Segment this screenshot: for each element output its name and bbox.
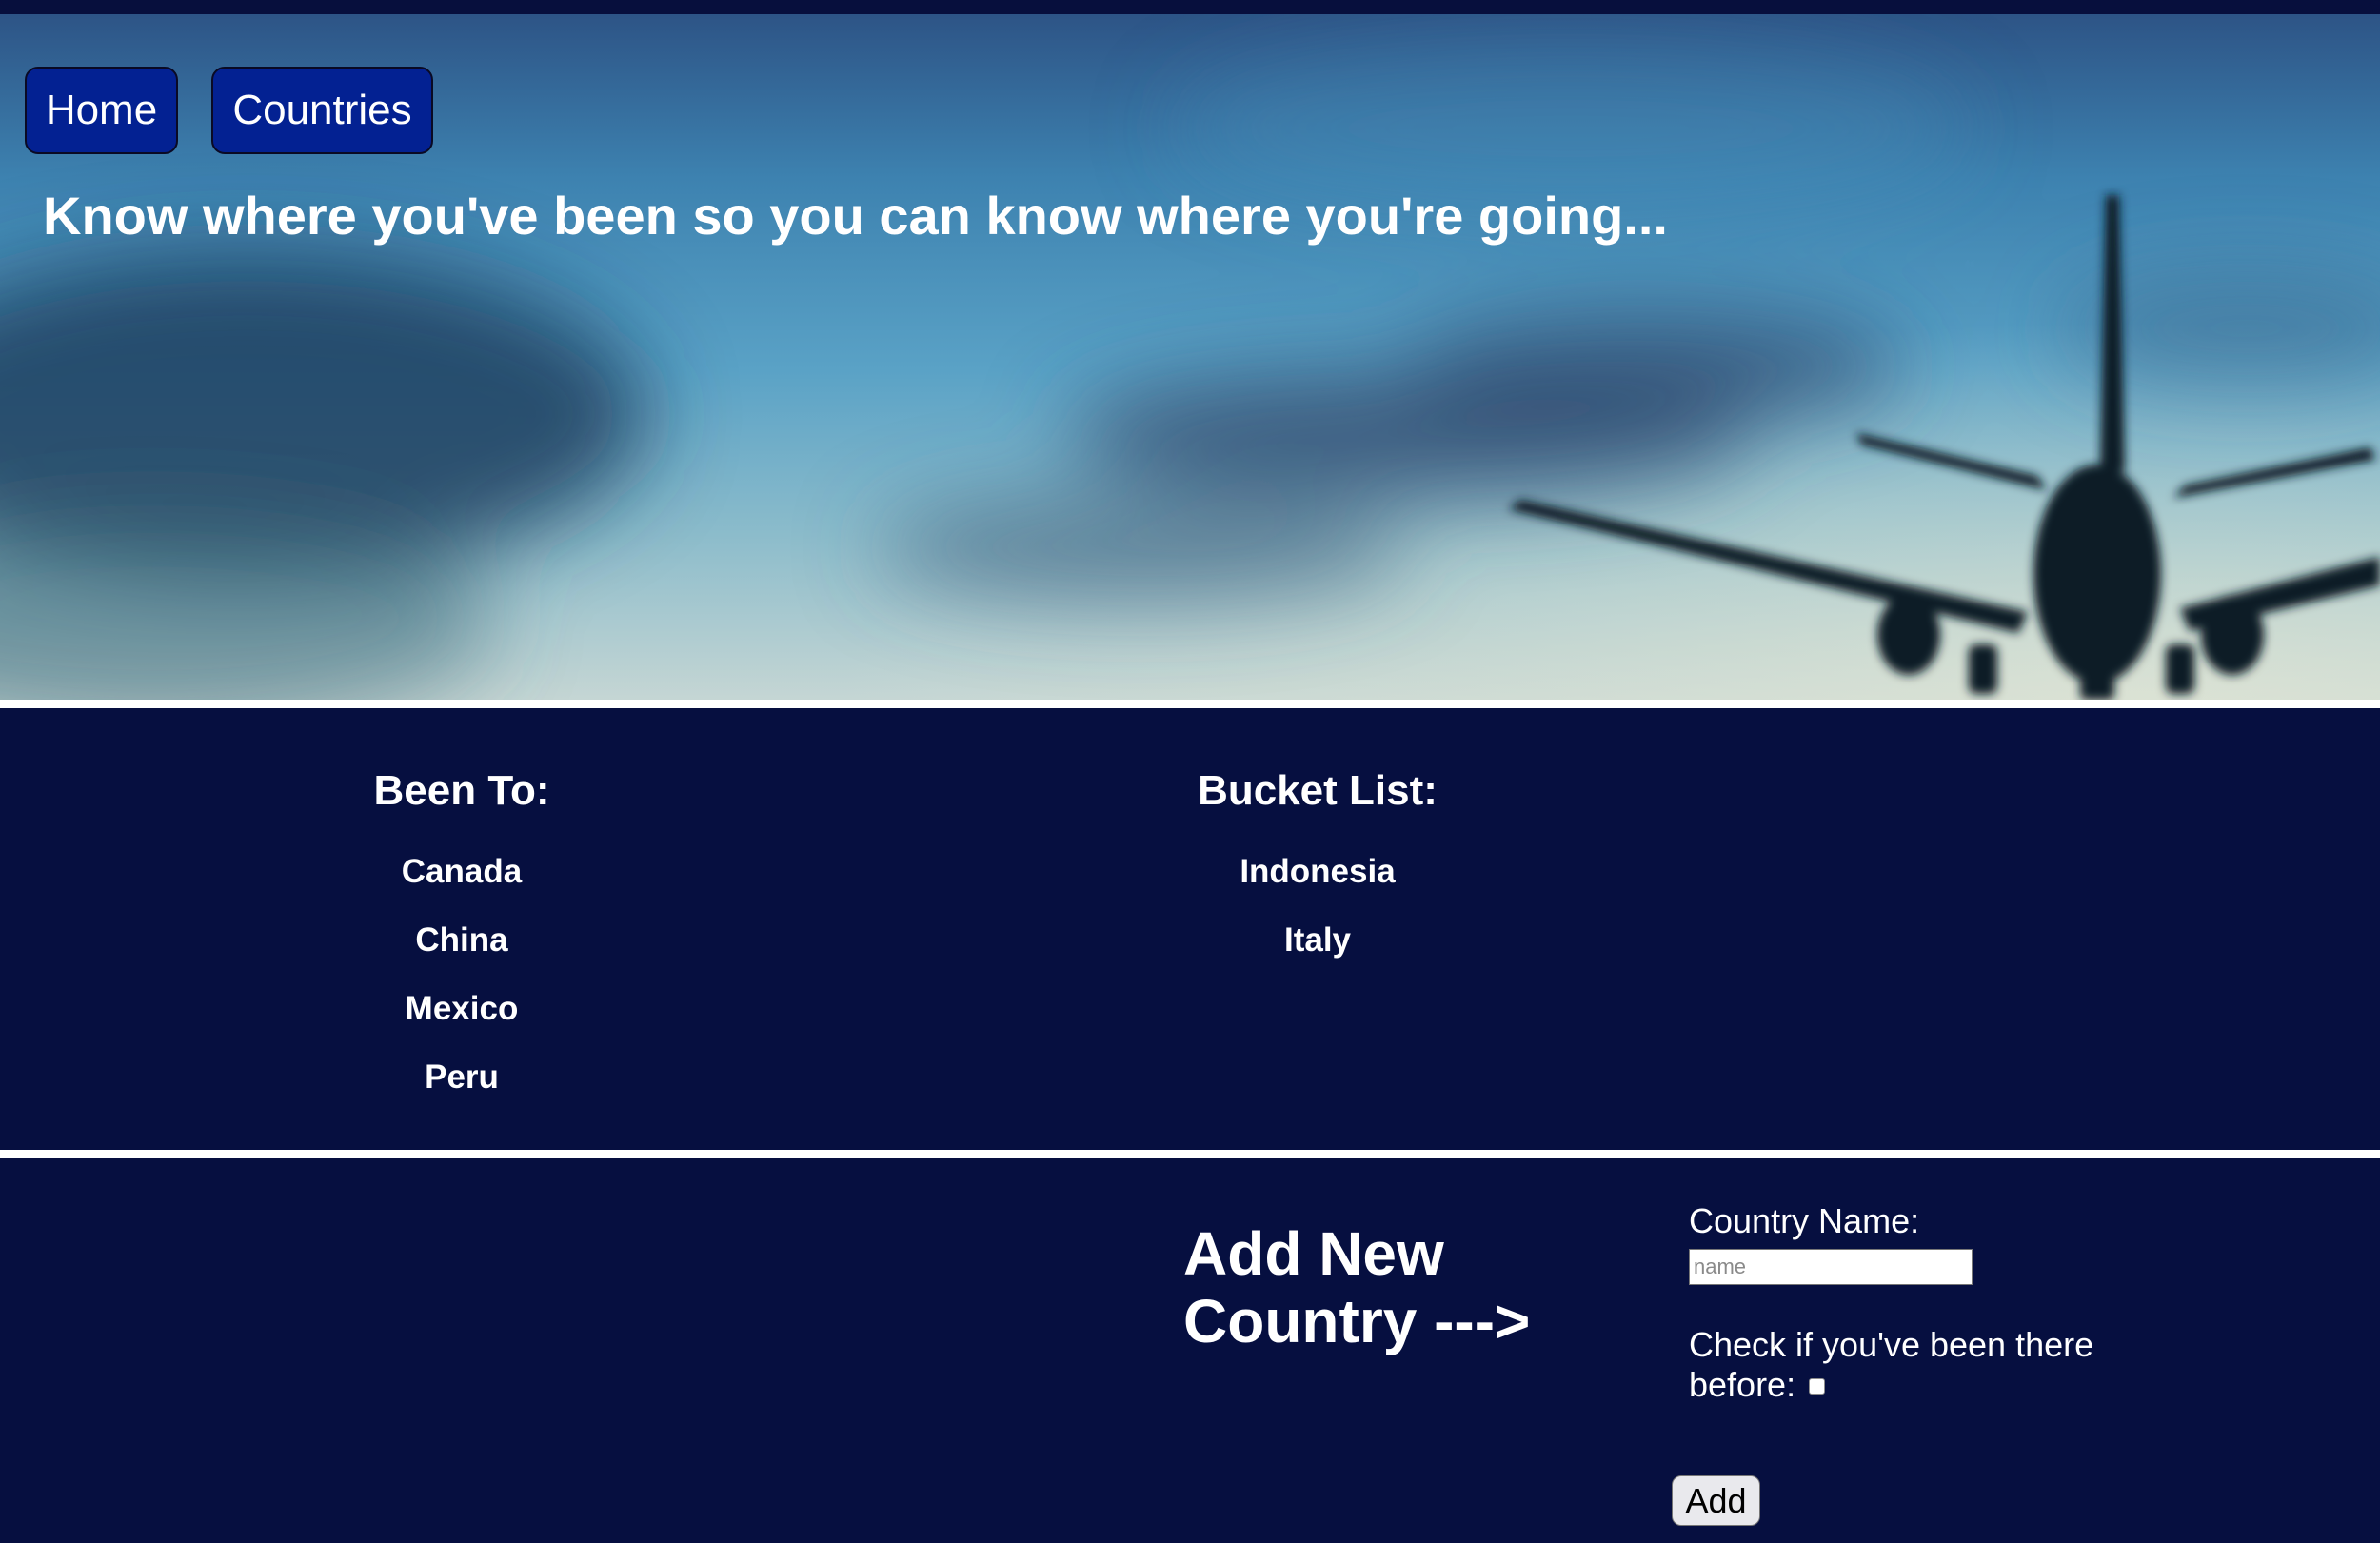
visited-checkbox[interactable] bbox=[1809, 1378, 1826, 1395]
been-to-item: Canada bbox=[401, 853, 523, 890]
been-to-item: China bbox=[415, 921, 508, 959]
hero-tagline: Know where you've been so you can know w… bbox=[43, 186, 1668, 246]
nav-countries-button[interactable]: Countries bbox=[211, 67, 433, 154]
add-country-title-line: Country ---> bbox=[1183, 1287, 1531, 1355]
bucket-list: Bucket List: Indonesia Italy bbox=[984, 765, 1651, 975]
add-country-title: Add New Country ---> bbox=[1183, 1220, 1583, 1355]
been-to-list: Been To: Canada China Mexico Peru bbox=[129, 765, 795, 1112]
country-name-input[interactable] bbox=[1689, 1249, 1973, 1285]
section-divider bbox=[0, 1150, 2380, 1158]
top-bar bbox=[0, 0, 2380, 14]
country-name-label: Country Name: bbox=[1689, 1201, 1920, 1240]
country-lists-section: Been To: Canada China Mexico Peru Bucket… bbox=[0, 708, 2380, 1150]
bucket-list-item: Italy bbox=[1283, 921, 1352, 959]
add-country-section: Add New Country ---> Country Name: Check… bbox=[0, 1158, 2380, 1543]
add-country-title-line: Add New bbox=[1183, 1219, 1444, 1288]
visited-checkbox-label: Check if you've been there before: bbox=[1689, 1325, 2094, 1404]
been-to-items: Canada China Mexico Peru bbox=[129, 838, 795, 1112]
been-to-item: Peru bbox=[425, 1058, 499, 1096]
been-to-item: Mexico bbox=[405, 990, 519, 1027]
been-to-heading: Been To: bbox=[373, 767, 550, 814]
add-button[interactable]: Add bbox=[1672, 1475, 1760, 1526]
visited-check-row: Check if you've been there before: bbox=[1689, 1325, 2127, 1405]
section-divider bbox=[0, 700, 2380, 708]
countries-page: Home Countries Know where you've been so… bbox=[0, 0, 2380, 1543]
bucket-list-items: Indonesia Italy bbox=[984, 838, 1651, 975]
hero-banner: Home Countries Know where you've been so… bbox=[0, 14, 2380, 700]
bucket-list-heading: Bucket List: bbox=[1198, 767, 1438, 814]
nav-home-button[interactable]: Home bbox=[25, 67, 178, 154]
bucket-list-item: Indonesia bbox=[1240, 853, 1396, 890]
